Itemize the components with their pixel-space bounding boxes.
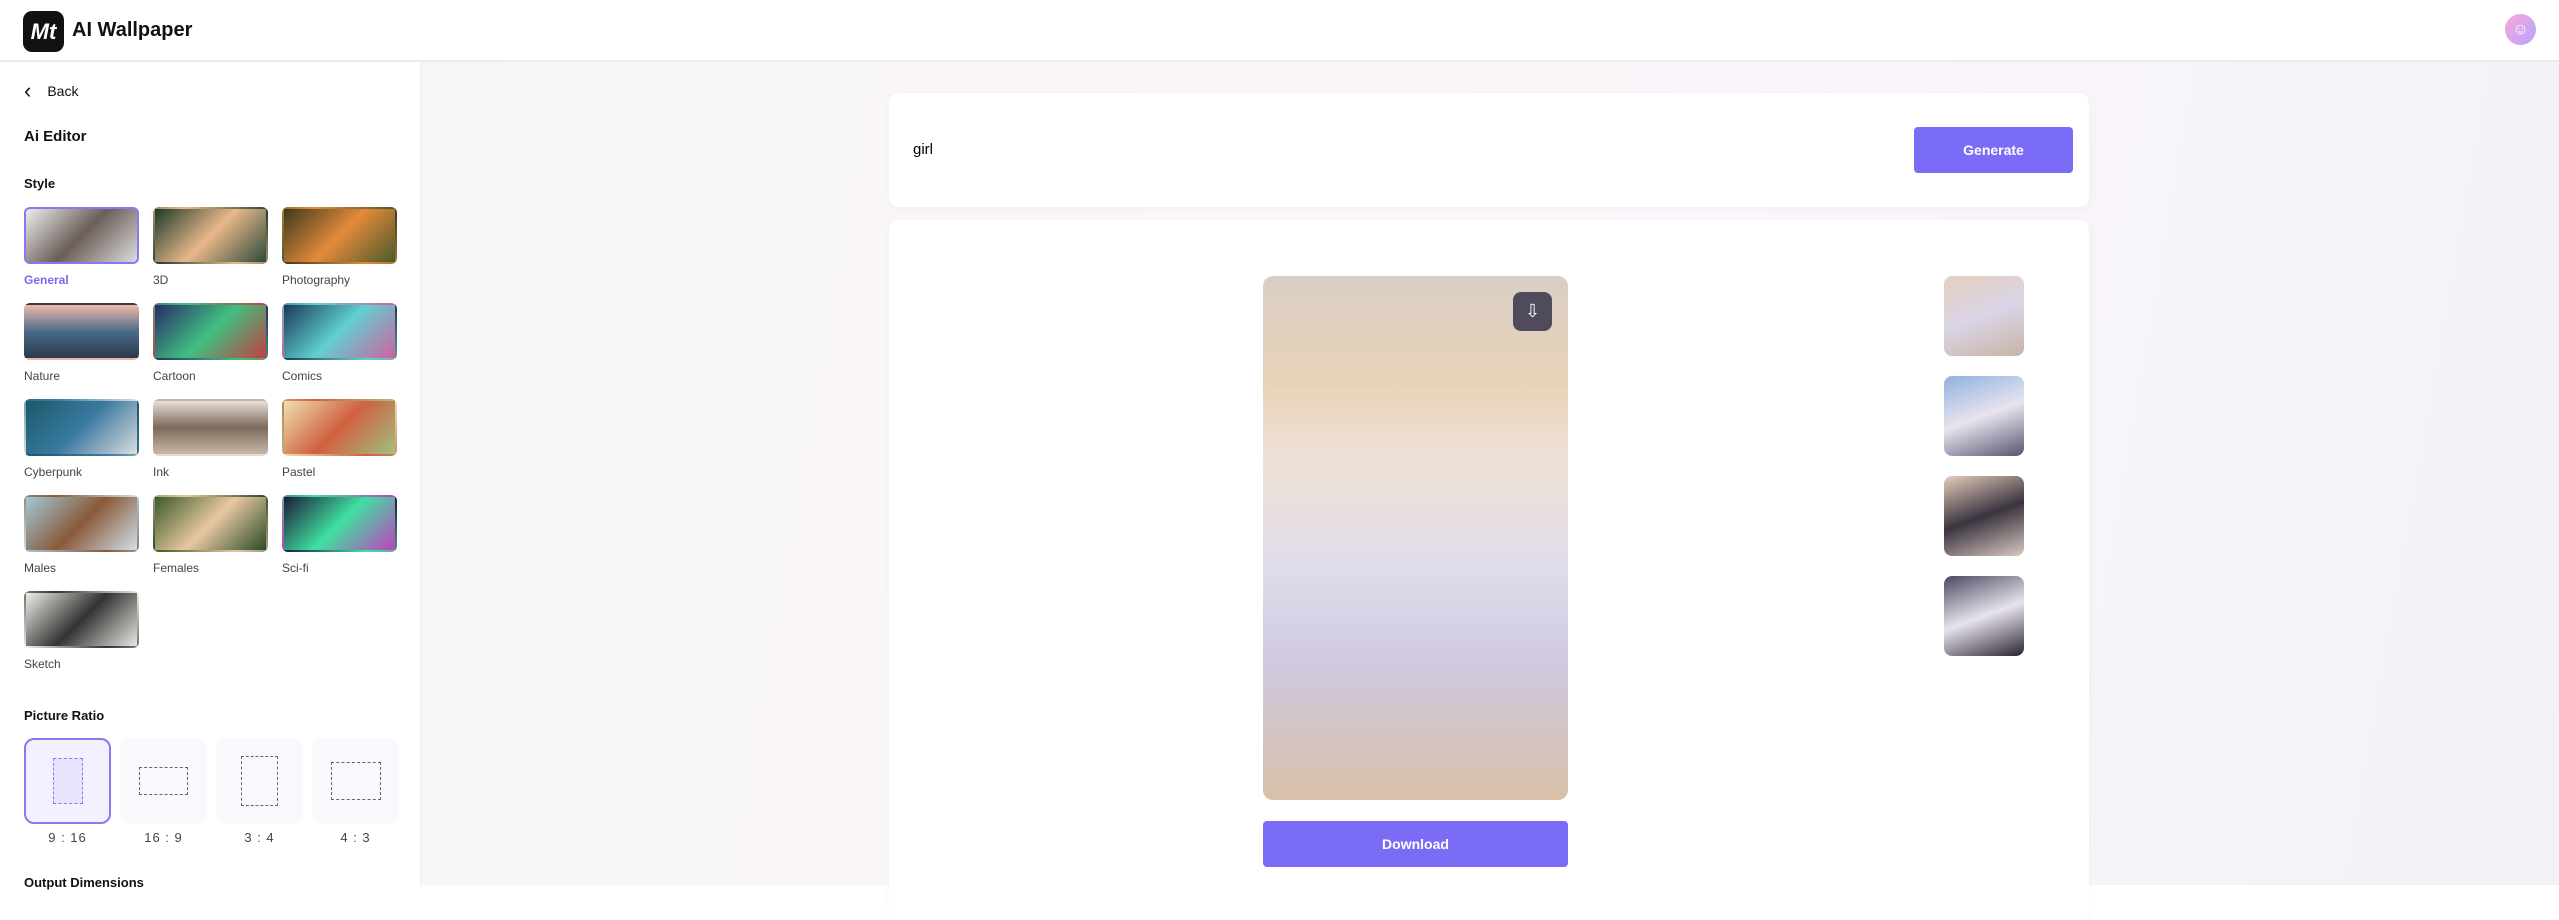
- ratio-label: 3 : 4: [244, 830, 275, 845]
- style-thumbnail: [282, 207, 397, 264]
- style-thumbnail: [24, 303, 139, 360]
- ratio-shape-icon: [330, 762, 381, 800]
- result-thumbnail[interactable]: [1944, 576, 2024, 656]
- ratio-shape-icon: [139, 767, 188, 795]
- style-thumbnail: [24, 591, 139, 648]
- style-option[interactable]: 3D: [153, 207, 268, 287]
- app-logo[interactable]: Mt: [23, 11, 64, 52]
- ratio-label: 16 : 9: [144, 830, 183, 845]
- generate-button[interactable]: Generate: [1914, 127, 2073, 173]
- generated-image[interactable]: [1263, 276, 1568, 800]
- result-thumbnail[interactable]: [1944, 476, 2024, 556]
- ratio-shape-icon: [240, 756, 279, 806]
- style-label: 3D: [153, 273, 169, 287]
- style-label: Sketch: [24, 657, 61, 671]
- picture-ratio-heading: Picture Ratio: [24, 708, 105, 723]
- header: Mt AI Wallpaper ☺: [0, 0, 2559, 62]
- style-option[interactable]: Pastel: [282, 399, 397, 479]
- back-label: Back: [47, 83, 79, 99]
- result-thumbnail[interactable]: [1944, 276, 2024, 356]
- style-option[interactable]: Cyberpunk: [24, 399, 139, 479]
- style-label: Males: [24, 561, 57, 575]
- ratio-shape-icon: [52, 758, 83, 804]
- style-option[interactable]: Nature: [24, 303, 139, 383]
- avatar[interactable]: ☺: [2505, 14, 2536, 45]
- logo-text: Mt: [30, 18, 57, 44]
- style-label: Comics: [282, 369, 323, 383]
- chevron-left-icon: ‹: [24, 78, 32, 103]
- style-thumbnail: [153, 399, 268, 456]
- style-label: Cyberpunk: [24, 465, 83, 479]
- style-option[interactable]: Sci-fi: [282, 495, 397, 575]
- style-option[interactable]: General: [24, 207, 139, 287]
- style-option[interactable]: Females: [153, 495, 268, 575]
- style-option[interactable]: Males: [24, 495, 139, 575]
- prompt-input[interactable]: [913, 141, 1813, 158]
- ratio-label: 4 : 3: [340, 830, 371, 845]
- ratio-label: 9 : 16: [48, 830, 87, 845]
- output-dimensions-heading: Output Dimensions: [24, 875, 144, 890]
- style-thumbnail: [153, 303, 268, 360]
- style-thumbnail: [282, 399, 397, 456]
- result-thumbnail[interactable]: [1944, 376, 2024, 456]
- style-option[interactable]: Photography: [282, 207, 397, 287]
- ratio-option[interactable]: [120, 738, 207, 824]
- style-thumbnail: [24, 399, 139, 456]
- back-button[interactable]: ‹ Back: [24, 80, 78, 102]
- style-label: Photography: [282, 273, 351, 287]
- download-button[interactable]: Download: [1263, 821, 1568, 867]
- app-title: AI Wallpaper: [72, 19, 193, 41]
- style-option[interactable]: Cartoon: [153, 303, 268, 383]
- style-option[interactable]: Sketch: [24, 591, 139, 671]
- style-label: Nature: [24, 369, 61, 383]
- style-thumbnail: [153, 495, 268, 552]
- style-label: Females: [153, 561, 200, 575]
- style-thumbnail: [282, 495, 397, 552]
- ratio-option[interactable]: [24, 738, 111, 824]
- style-thumbnail: [153, 207, 268, 264]
- user-icon: ☺: [2512, 20, 2529, 38]
- style-label: Sci-fi: [282, 561, 309, 575]
- style-heading: Style: [24, 176, 56, 191]
- style-label: Cartoon: [153, 369, 196, 383]
- style-label: Pastel: [282, 465, 316, 479]
- download-icon[interactable]: ⇩: [1513, 292, 1552, 331]
- style-thumbnail: [24, 207, 139, 264]
- ratio-option[interactable]: [216, 738, 303, 824]
- style-label: Ink: [153, 465, 170, 479]
- style-label: General: [24, 273, 69, 287]
- style-option[interactable]: Comics: [282, 303, 397, 383]
- section-title: Ai Editor: [24, 128, 87, 145]
- style-option[interactable]: Ink: [153, 399, 268, 479]
- style-thumbnail: [282, 303, 397, 360]
- style-thumbnail: [24, 495, 139, 552]
- ratio-option[interactable]: [312, 738, 399, 824]
